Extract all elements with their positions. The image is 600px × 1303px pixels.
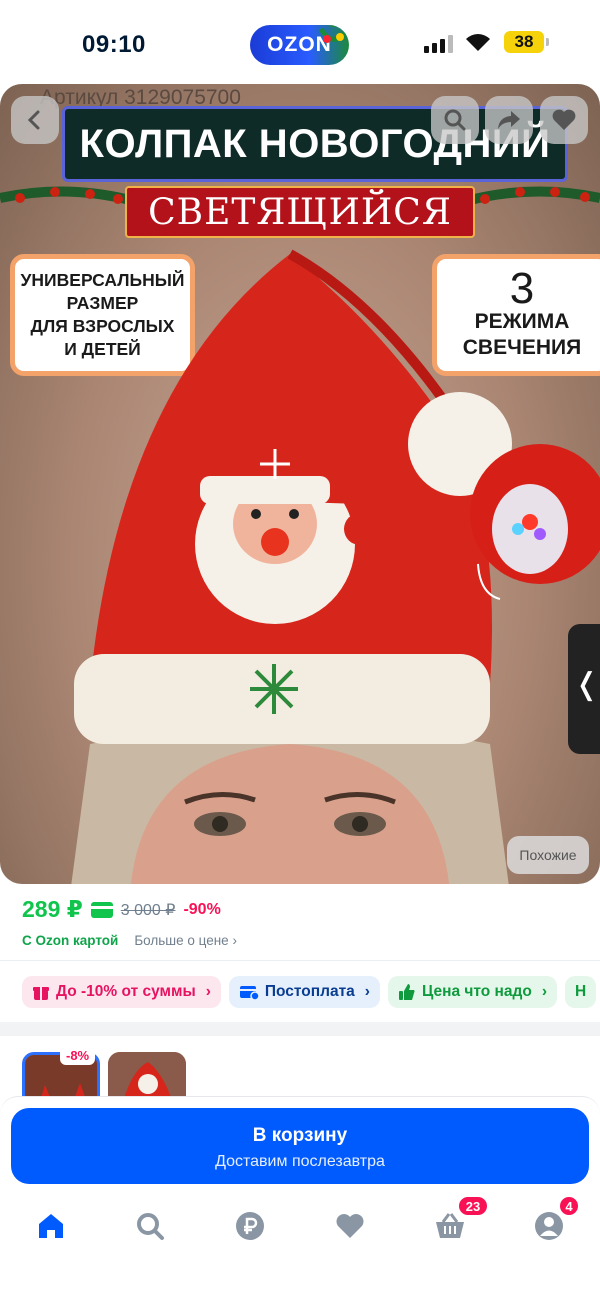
wifi-icon [466, 34, 490, 51]
delivery-label: Доставим послезавтра [215, 1153, 385, 1170]
share-icon [498, 111, 520, 129]
chevron-right-icon: › [364, 983, 370, 1000]
basket-icon [436, 1213, 464, 1238]
status-time: 09:10 [82, 31, 146, 58]
profile-notification-badge: 4 [558, 1195, 580, 1217]
search-icon [444, 109, 466, 131]
gift-icon [33, 987, 49, 1000]
chip-discount-label: До -10% от суммы [56, 983, 196, 1000]
tab-finance[interactable] [230, 1206, 270, 1246]
chevron-left-icon [27, 110, 40, 130]
chip-more-label: Н [575, 983, 587, 1000]
similar-button[interactable]: Похожие [507, 836, 589, 874]
variant-discount-badge: -8% [60, 1046, 96, 1065]
ozon-logo: OZON [250, 25, 349, 65]
add-to-cart-button[interactable]: В корзину Доставим послезавтра [11, 1108, 589, 1184]
status-bar: 09:10 OZON 38 [0, 0, 600, 84]
price-block[interactable]: 289 ₽ 3 000 ₽ -90% С Ozon картой Больше … [22, 896, 237, 948]
card-icon [239, 986, 259, 1000]
tab-favorites[interactable] [330, 1206, 370, 1246]
chevron-right-icon: › [205, 983, 211, 1000]
glowing-badge-illustration [470, 444, 600, 600]
side-panel-tab[interactable]: ❬ [568, 624, 600, 754]
profile-icon [535, 1212, 563, 1240]
price-details-link[interactable]: Больше о цене › [134, 933, 237, 948]
battery-icon: 38 [504, 31, 549, 53]
price-with-card: 289 ₽ [22, 896, 83, 922]
old-price: 3 000 ₽ [120, 901, 176, 919]
ruble-icon [236, 1212, 264, 1240]
cart-count-badge: 23 [457, 1195, 489, 1217]
model-face-illustration [71, 724, 509, 884]
thumbs-up-icon [398, 984, 415, 1000]
favorite-button[interactable] [540, 96, 588, 144]
discount-badge: -90% [183, 900, 221, 918]
tab-search[interactable] [130, 1206, 170, 1246]
chevron-right-icon: › [541, 983, 547, 1000]
heart-icon [552, 109, 576, 130]
ozon-card-label: С Ozon картой [22, 933, 119, 948]
chip-postpay[interactable]: Постоплата › [228, 976, 380, 1008]
signal-icon [424, 35, 453, 53]
section-gap [0, 1022, 600, 1036]
product-image[interactable]: Артикул 3129075700 КОЛПАК НОВОГОДНИЙ СВЕ… [0, 84, 600, 884]
divider [0, 960, 600, 961]
garland-icon [318, 25, 349, 43]
chip-good-price[interactable]: Цена что надо › [387, 976, 557, 1008]
tab-home[interactable] [31, 1206, 71, 1246]
heart-icon [336, 1214, 364, 1238]
search-button[interactable] [431, 96, 479, 144]
side-panel-chevron-icon: ❬ [574, 668, 600, 701]
product-subtitle-banner: СВЕТЯЩИЙСЯ [125, 186, 475, 238]
chip-discount[interactable]: До -10% от суммы › [22, 976, 221, 1008]
promo-chips: До -10% от суммы › Постоплата › Цена что… [22, 976, 597, 1008]
add-to-cart-label: В корзину [252, 1125, 348, 1146]
share-button[interactable] [485, 96, 533, 144]
battery-level: 38 [514, 32, 534, 51]
back-button[interactable] [11, 96, 59, 144]
chevron-right-icon: › [232, 933, 237, 948]
garland-left-icon [0, 186, 130, 205]
chip-good-price-label: Цена что надо [421, 983, 532, 1000]
garland-right-icon [470, 186, 600, 205]
price-details-label: Больше о цене [134, 933, 229, 948]
search-icon [137, 1213, 164, 1240]
bottom-tabbar [0, 1200, 600, 1250]
chip-more[interactable]: Н [565, 976, 597, 1008]
ozon-card-icon [90, 901, 113, 918]
home-icon [39, 1214, 63, 1238]
chip-postpay-label: Постоплата [264, 983, 355, 1000]
